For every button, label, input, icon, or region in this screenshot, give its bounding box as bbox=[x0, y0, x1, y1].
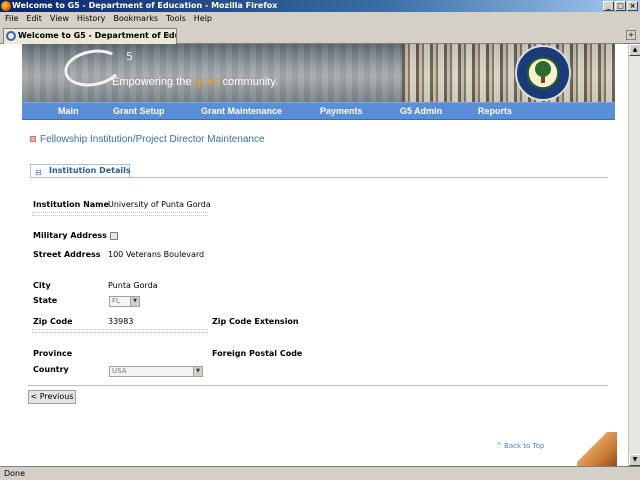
banner: 5 Empowering the grant community. bbox=[22, 44, 615, 102]
maximize-button[interactable]: □ bbox=[615, 1, 626, 11]
street-address-value: 100 Veterans Boulevard bbox=[108, 250, 205, 259]
zip-code-extension-label: Zip Code Extension bbox=[212, 317, 299, 326]
institution-name-value: University of Punta Gorda bbox=[108, 200, 211, 209]
zip-code-label: Zip Code bbox=[33, 317, 73, 326]
country-select[interactable]: USA ▼ bbox=[109, 366, 203, 377]
page-favicon-icon bbox=[6, 31, 16, 41]
window-title-bar: Welcome to G5 - Department of Education … bbox=[0, 0, 640, 12]
browser-tab[interactable]: Welcome to G5 - Department of Edu... × bbox=[3, 28, 177, 44]
main-nav: Main Grant Setup Grant Maintenance Payme… bbox=[22, 102, 615, 120]
field-divider bbox=[32, 212, 208, 216]
firefox-icon bbox=[1, 1, 11, 11]
vertical-scrollbar[interactable]: ▲ ▼ bbox=[628, 44, 640, 466]
browser-viewport: 5 Empowering the grant community. Main G… bbox=[0, 44, 640, 466]
nav-grant-maintenance[interactable]: Grant Maintenance bbox=[201, 103, 282, 119]
province-label: Province bbox=[33, 349, 73, 358]
state-label: State bbox=[33, 296, 58, 305]
g5-logo-sup: 5 bbox=[126, 50, 133, 63]
state-select[interactable]: FL ▼ bbox=[109, 296, 140, 307]
window-title: Welcome to G5 - Department of Education … bbox=[12, 1, 278, 10]
military-address-label: Military Address bbox=[33, 231, 107, 240]
form-divider bbox=[28, 385, 608, 386]
nav-reports[interactable]: Reports bbox=[478, 103, 512, 119]
back-to-top-link[interactable]: ^ Back to Top bbox=[496, 442, 544, 450]
chevron-down-icon: ▼ bbox=[193, 367, 202, 376]
nav-payments[interactable]: Payments bbox=[320, 103, 363, 119]
menu-bar: File Edit View History Bookmarks Tools H… bbox=[0, 12, 640, 26]
military-address-checkbox[interactable] bbox=[110, 232, 118, 240]
chevron-down-icon: ▼ bbox=[130, 297, 139, 306]
tagline: Empowering the grant community. bbox=[112, 76, 279, 88]
status-bar: Done bbox=[0, 466, 640, 480]
menu-edit[interactable]: Edit bbox=[22, 12, 46, 26]
menu-file[interactable]: File bbox=[2, 12, 22, 26]
menu-view[interactable]: View bbox=[46, 12, 73, 26]
country-label: Country bbox=[33, 365, 69, 374]
previous-button[interactable]: < Previous bbox=[28, 390, 76, 404]
nav-g5-admin[interactable]: G5 Admin bbox=[400, 103, 442, 119]
tab-institution-details[interactable]: ⊟ Institution Details bbox=[30, 164, 131, 177]
menu-history[interactable]: History bbox=[73, 12, 109, 26]
page-content: 5 Empowering the grant community. Main G… bbox=[22, 44, 617, 466]
section-divider bbox=[30, 177, 608, 178]
field-divider bbox=[32, 329, 208, 333]
heading-bullet-icon bbox=[30, 136, 36, 143]
scroll-up-icon[interactable]: ▲ bbox=[629, 44, 640, 56]
department-seal-logo bbox=[515, 45, 571, 101]
tab-close-icon[interactable]: × bbox=[166, 29, 173, 43]
institution-name-label: Institution Name bbox=[33, 200, 109, 209]
menu-tools[interactable]: Tools bbox=[162, 12, 190, 26]
tab-bar: Welcome to G5 - Department of Edu... × + bbox=[0, 26, 640, 44]
corner-decoration bbox=[577, 432, 617, 466]
menu-help[interactable]: Help bbox=[190, 12, 216, 26]
library-shelves-image bbox=[402, 44, 615, 102]
zip-code-value: 33983 bbox=[108, 317, 134, 326]
menu-bookmarks[interactable]: Bookmarks bbox=[109, 12, 162, 26]
close-button[interactable]: × bbox=[627, 1, 638, 11]
foreign-postal-code-label: Foreign Postal Code bbox=[212, 349, 303, 358]
city-value: Punta Gorda bbox=[108, 281, 158, 290]
page-title: Fellowship Institution/Project Director … bbox=[30, 134, 265, 145]
minimize-button[interactable]: _ bbox=[603, 1, 614, 11]
city-label: City bbox=[33, 281, 51, 290]
nav-grant-setup[interactable]: Grant Setup bbox=[113, 103, 165, 119]
scroll-down-icon[interactable]: ▼ bbox=[629, 454, 640, 466]
new-tab-button[interactable]: + bbox=[626, 30, 636, 40]
status-text: Done bbox=[4, 469, 26, 478]
nav-main[interactable]: Main bbox=[58, 103, 79, 119]
browser-tab-label: Welcome to G5 - Department of Edu... bbox=[18, 31, 177, 40]
street-address-label: Street Address bbox=[33, 250, 101, 259]
